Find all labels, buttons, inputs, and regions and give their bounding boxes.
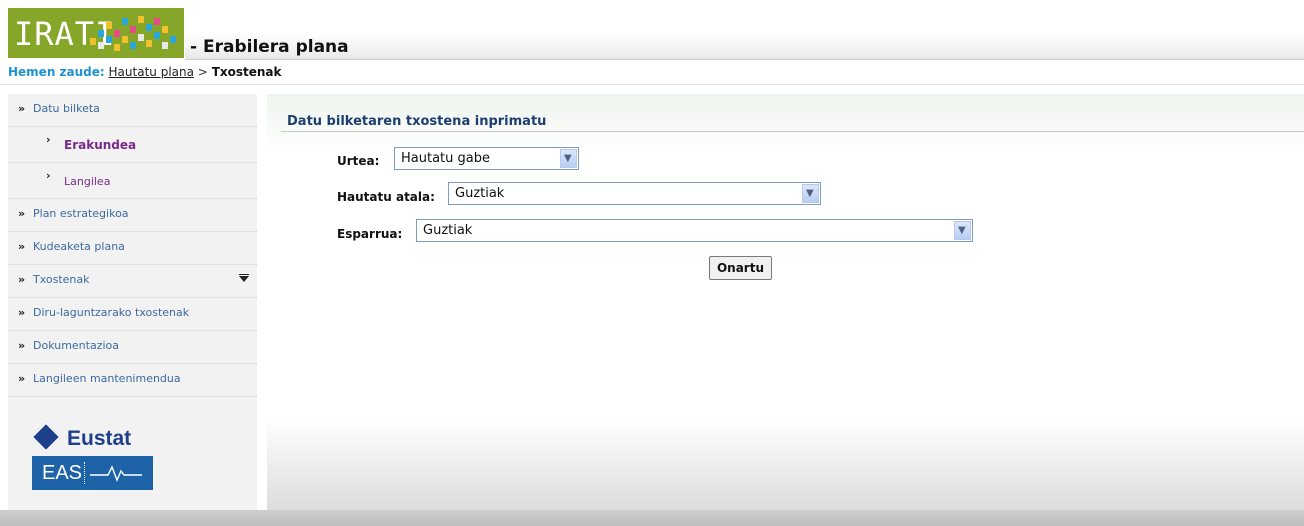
breadcrumb-current: Txostenak xyxy=(211,65,282,79)
sidebar-item-label: Dokumentazioa xyxy=(33,339,120,352)
eas-logo[interactable]: EAS xyxy=(32,456,153,490)
atala-select-value: Guztiak xyxy=(455,186,505,201)
dropdown-arrow-icon[interactable]: ▼ xyxy=(954,221,971,240)
breadcrumb-divider xyxy=(0,84,1304,85)
sidebar-item-label: Erakundea xyxy=(64,138,137,152)
sidebar-item-label: Langilea xyxy=(64,175,111,188)
breadcrumb-link-hautatu-plana[interactable]: Hautatu plana xyxy=(109,65,194,79)
logo-mosaic-icon xyxy=(86,12,182,54)
eas-divider xyxy=(84,462,85,484)
double-chevron-icon: » xyxy=(18,240,26,253)
eustat-logo[interactable]: Eustat xyxy=(30,421,148,454)
chevron-down-icon: ▼ xyxy=(564,153,572,164)
atala-select[interactable]: Guztiak ▼ xyxy=(448,182,821,205)
heartbeat-icon xyxy=(90,465,142,482)
sidebar-item-label: Diru-laguntzarako txostenak xyxy=(33,306,190,319)
header-band xyxy=(185,34,1304,60)
double-chevron-icon: » xyxy=(18,372,26,385)
sidebar-item-label: Kudeaketa plana xyxy=(33,240,125,253)
dropdown-arrow-icon[interactable]: ▼ xyxy=(560,149,577,168)
double-chevron-icon: » xyxy=(18,273,26,286)
title-divider xyxy=(281,131,1304,132)
atala-label: Hautatu atala: xyxy=(337,190,435,204)
double-chevron-icon: » xyxy=(18,339,26,352)
sidebar-item-label: Plan estrategikoa xyxy=(33,207,129,220)
breadcrumb-separator: > xyxy=(197,65,208,79)
urtea-label: Urtea: xyxy=(337,154,380,168)
esparrua-label: Esparrua: xyxy=(337,227,403,241)
urtea-select[interactable]: Hautatu gabe ▼ xyxy=(394,147,579,170)
chevron-right-icon: › xyxy=(46,133,51,146)
page-title: Datu bilketaren txostena inprimatu xyxy=(287,114,547,129)
expand-bar-icon xyxy=(239,274,249,275)
double-chevron-icon: » xyxy=(18,306,26,319)
sidebar-item-txostenak[interactable]: » Txostenak xyxy=(8,265,257,298)
sidebar-subitem-erakundea[interactable]: › Erakundea xyxy=(8,127,257,163)
sidebar-item-label: Txostenak xyxy=(33,273,90,286)
chevron-down-icon: ▼ xyxy=(958,225,966,236)
esparrua-select[interactable]: Guztiak ▼ xyxy=(416,219,973,242)
sidebar-item-kudeaketa-plana[interactable]: » Kudeaketa plana xyxy=(8,232,257,265)
esparrua-select-value: Guztiak xyxy=(423,223,473,238)
sidebar: » Datu bilketa › Erakundea › Langilea » … xyxy=(8,94,257,510)
sidebar-item-label: Langileen mantenimendua xyxy=(33,372,181,385)
app-header: IRATI - Erabilera plana xyxy=(0,0,1304,62)
urtea-select-value: Hautatu gabe xyxy=(401,151,490,166)
sidebar-subitem-langilea[interactable]: › Langilea xyxy=(8,163,257,199)
breadcrumb-prefix: Hemen zaude: xyxy=(8,65,105,79)
main-panel: Datu bilketaren txostena inprimatu Urtea… xyxy=(267,94,1304,510)
footer-band xyxy=(0,510,1304,526)
app-title: - Erabilera plana xyxy=(190,37,349,57)
sidebar-item-datu-bilketa[interactable]: » Datu bilketa xyxy=(8,94,257,127)
double-chevron-icon: » xyxy=(18,207,26,220)
dropdown-arrow-icon[interactable]: ▼ xyxy=(802,184,819,203)
eas-logo-text: EAS xyxy=(42,462,83,484)
double-chevron-icon: » xyxy=(18,102,26,115)
sidebar-item-plan-estrategikoa[interactable]: » Plan estrategikoa xyxy=(8,199,257,232)
sidebar-item-dokumentazioa[interactable]: » Dokumentazioa xyxy=(8,331,257,364)
breadcrumb: Hemen zaude: Hautatu plana > Txostenak xyxy=(8,64,282,80)
onartu-button[interactable]: Onartu xyxy=(709,256,772,280)
chevron-right-icon: › xyxy=(46,169,51,182)
chevron-down-icon: ▼ xyxy=(806,188,814,199)
eustat-diamond-icon xyxy=(30,421,62,453)
triangle-down-icon[interactable] xyxy=(239,276,249,282)
sidebar-item-langileen-mantenimendua[interactable]: » Langileen mantenimendua xyxy=(8,364,257,397)
sidebar-item-diru-laguntzarako-txostenak[interactable]: » Diru-laguntzarako txostenak xyxy=(8,298,257,331)
irati-logo[interactable]: IRATI xyxy=(8,8,184,58)
sidebar-item-label: Datu bilketa xyxy=(33,102,100,115)
eustat-logo-text: Eustat xyxy=(67,427,132,450)
